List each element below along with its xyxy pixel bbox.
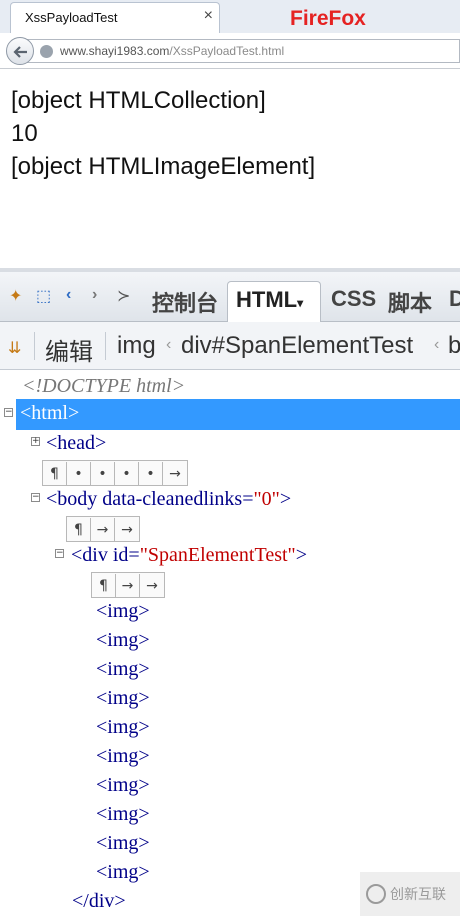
tree-node-body[interactable]: <body data-cleanedlinks="0"> (46, 488, 291, 516)
whitespace-char: → (121, 522, 133, 538)
collapse-icon[interactable]: − (31, 493, 40, 502)
watermark-icon (366, 884, 386, 904)
globe-icon (40, 45, 53, 58)
breadcrumb: ⇊ 编辑 img ‹ div#SpanElementTest ‹ b (0, 322, 460, 370)
tree-node-html[interactable]: <html> (20, 402, 79, 430)
whitespace-char: → (146, 578, 158, 594)
url-path: /XssPayloadTest.html (169, 44, 285, 58)
attr-name: data-cleanedlinks= (102, 488, 254, 510)
tree-node-img[interactable]: <img> (96, 861, 150, 889)
breadcrumb-separator: ‹ (434, 336, 440, 353)
tree-node-img[interactable]: <img> (96, 716, 150, 744)
whitespace-markers: ¶ • • • • → (42, 460, 188, 486)
navigation-bar: www.shayi1983.com/XssPayloadTest.html (0, 33, 460, 69)
tab-title: XssPayloadTest (25, 10, 118, 25)
tab-css[interactable]: CSS (331, 286, 376, 312)
whitespace-char: ¶ (92, 574, 116, 598)
expand-icon[interactable]: + (31, 437, 40, 446)
whitespace-char: → (116, 574, 140, 598)
firebug-toolbar: ✦ ⬚ ‹ › ≻ 控制台 HTML▾ CSS 脚本 D (0, 272, 460, 323)
divider (105, 332, 106, 360)
back-arrow-icon (13, 46, 27, 58)
tag-close-bracket: > (295, 544, 307, 566)
whitespace-markers: ¶ → → (66, 516, 140, 542)
output-line: [object HTMLImageElement] (11, 153, 316, 180)
tree-node-img[interactable]: <img> (96, 745, 150, 773)
tree-row-html-selected[interactable]: <html> (16, 399, 460, 430)
tab-console[interactable]: 控制台 (152, 286, 218, 318)
back-icon[interactable]: ‹ (66, 286, 71, 304)
tab-strip: XssPayloadTest × FireFox (0, 0, 460, 33)
tree-node-img[interactable]: <img> (96, 803, 150, 831)
output-line: 10 (11, 120, 38, 147)
edit-icon[interactable]: ⇊ (8, 338, 21, 358)
whitespace-char: • (139, 462, 163, 486)
tag-open: <div (71, 544, 113, 566)
tree-node-head[interactable]: <head> (46, 432, 106, 460)
url-host: www.shayi1983.com (60, 44, 170, 58)
breadcrumb-item-body[interactable]: b (448, 332, 460, 360)
tree-node-img[interactable]: <img> (96, 832, 150, 860)
tree-node-div[interactable]: <div id="SpanElementTest"> (71, 544, 307, 572)
breadcrumb-item-div[interactable]: div#SpanElementTest (181, 332, 413, 360)
whitespace-char: • (115, 462, 139, 486)
command-line-icon[interactable]: ≻ (117, 286, 130, 306)
whitespace-markers: ¶ → → (91, 572, 165, 598)
output-line: [object HTMLCollection] (11, 87, 266, 114)
tree-node-img[interactable]: <img> (96, 629, 150, 657)
whitespace-char: • (91, 462, 115, 486)
tag-close-bracket: > (279, 488, 292, 510)
tree-node-img[interactable]: <img> (96, 687, 150, 715)
dropdown-arrow-icon[interactable]: ▾ (297, 296, 303, 310)
whitespace-char: • (67, 462, 91, 486)
tree-node-div-close[interactable]: </div> (72, 890, 126, 916)
divider (34, 332, 35, 360)
page-output: [object HTMLCollection] 10 [object HTMLI… (11, 84, 315, 183)
tab-script[interactable]: 脚本 (388, 286, 432, 318)
tab-dom[interactable]: D (449, 286, 460, 312)
back-button[interactable] (6, 37, 34, 65)
tab-html-label: HTML (236, 287, 298, 312)
whitespace-char: → (91, 518, 115, 542)
firefox-label: FireFox (290, 7, 366, 30)
tree-node-img[interactable]: <img> (96, 600, 150, 628)
edit-button[interactable]: 编辑 (45, 332, 93, 367)
watermark-text: 创新互联 (390, 887, 446, 903)
breadcrumb-separator: ‹ (166, 336, 172, 353)
tree-node-img[interactable]: <img> (96, 658, 150, 686)
tree-node-img[interactable]: <img> (96, 774, 150, 802)
url-text: www.shayi1983.com/XssPayloadTest.html (60, 44, 284, 58)
close-icon[interactable]: × (204, 7, 213, 25)
collapse-icon[interactable]: − (55, 549, 64, 558)
whitespace-char: → (169, 466, 181, 482)
attr-value: "SpanElementTest" (139, 544, 296, 566)
inspect-icon[interactable]: ✦ (9, 286, 22, 306)
forward-icon[interactable]: › (92, 286, 97, 304)
tag-open: <body (46, 488, 103, 510)
tab-html[interactable]: HTML▾ (227, 281, 321, 323)
browser-tab[interactable]: XssPayloadTest × (10, 2, 220, 33)
pointer-icon[interactable]: ⬚ (36, 286, 51, 306)
url-bar[interactable]: www.shayi1983.com/XssPayloadTest.html (26, 39, 460, 63)
html-tree: <!DOCTYPE html> <html> − + <head> ¶ • • • • →… (0, 370, 460, 916)
whitespace-char: ¶ (43, 462, 67, 486)
breadcrumb-item-img[interactable]: img (117, 332, 156, 360)
collapse-icon[interactable]: − (4, 408, 13, 417)
whitespace-char: ¶ (67, 518, 91, 542)
attr-name: id= (112, 544, 140, 566)
attr-value: "0" (253, 488, 280, 510)
watermark-logo: 创新互联 (360, 872, 460, 916)
